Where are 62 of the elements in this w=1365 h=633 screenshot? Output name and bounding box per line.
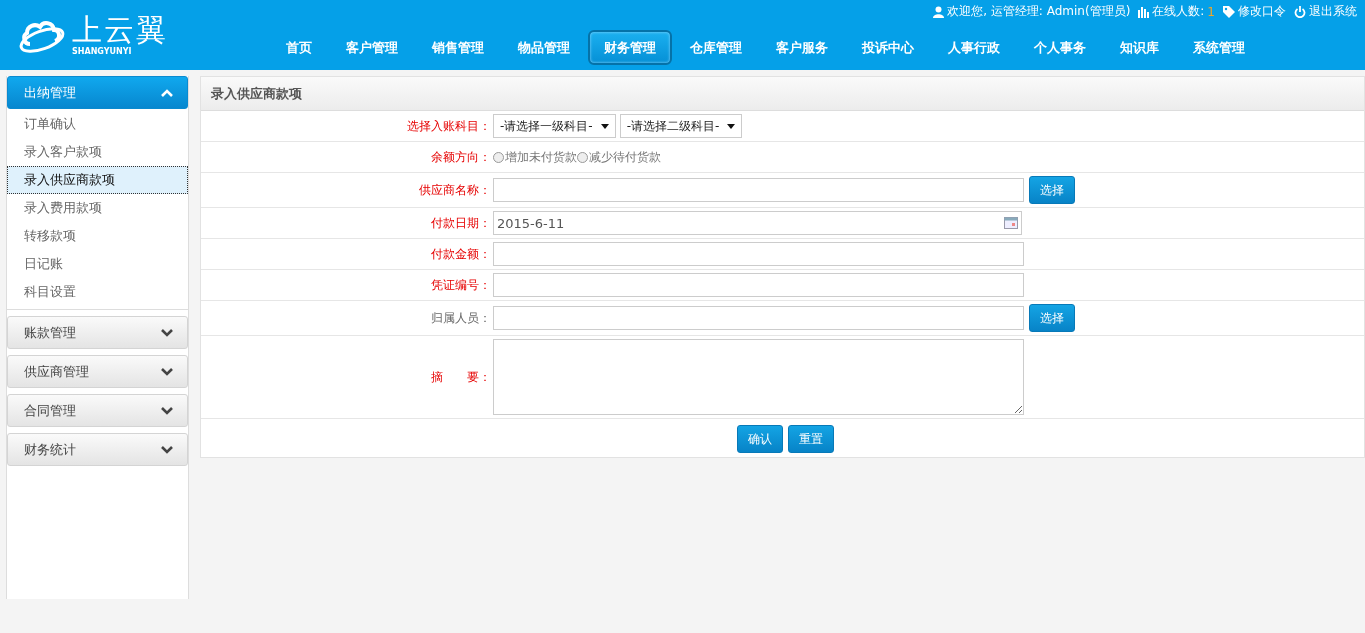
input-field[interactable] <box>493 273 1024 297</box>
sidebar-group-header[interactable]: 出纳管理 <box>7 76 188 109</box>
nav-tab[interactable]: 销售管理 <box>416 30 500 65</box>
nav-tab[interactable]: 物品管理 <box>502 30 586 65</box>
online-count: 1 <box>1207 4 1215 19</box>
select-button[interactable]: 选择 <box>1029 176 1075 204</box>
change-password-link[interactable]: 修改口令 <box>1238 3 1286 20</box>
sidebar-group-header[interactable]: 财务统计 <box>7 433 188 466</box>
field-label: 选择入账科目： <box>406 117 492 135</box>
nav-tab[interactable]: 系统管理 <box>1177 30 1261 65</box>
field-label: 摘 要： <box>430 368 492 386</box>
sidebar-item[interactable]: 录入供应商款项 <box>7 166 188 194</box>
sidebar-group-header[interactable]: 合同管理 <box>7 394 188 427</box>
nav-tab[interactable]: 财务管理 <box>588 30 672 65</box>
nav-tab[interactable]: 仓库管理 <box>674 30 758 65</box>
tag-icon <box>1223 5 1235 18</box>
confirm-button[interactable]: 确认 <box>736 425 783 453</box>
nav-tab[interactable]: 客户服务 <box>760 30 844 65</box>
summary-textarea[interactable] <box>493 339 1024 415</box>
chevron-down-icon <box>161 367 173 376</box>
bar-chart-icon <box>1138 5 1150 18</box>
logout-link[interactable]: 退出系统 <box>1309 3 1357 20</box>
caret-icon <box>727 123 736 129</box>
form-title: 录入供应商款项 <box>201 77 1364 111</box>
field-label: 凭证编号： <box>430 276 492 294</box>
field-label: 余额方向： <box>430 148 492 166</box>
field-label: 付款日期： <box>430 214 492 232</box>
nav-tab[interactable]: 知识库 <box>1104 30 1175 65</box>
nav-tab[interactable]: 客户管理 <box>330 30 414 65</box>
input-field[interactable] <box>493 178 1024 202</box>
input-field[interactable] <box>493 242 1024 266</box>
nav-tab[interactable]: 投诉中心 <box>846 30 930 65</box>
chevron-up-icon <box>161 88 173 97</box>
field-label: 付款金额： <box>430 245 492 263</box>
caret-icon <box>600 123 609 129</box>
nav-tab[interactable]: 人事行政 <box>932 30 1016 65</box>
radio-label: 增加未付货款 <box>505 148 577 166</box>
chevron-down-icon <box>161 328 173 337</box>
select-field[interactable]: -请选择一级科目- <box>493 114 616 138</box>
select-button[interactable]: 选择 <box>1029 304 1075 332</box>
sidebar-group-header[interactable]: 账款管理 <box>7 316 188 349</box>
radio-label: 减少待付货款 <box>589 148 661 166</box>
radio-button[interactable] <box>493 151 504 163</box>
chevron-down-icon <box>161 406 173 415</box>
field-label: 归属人员： <box>430 309 492 327</box>
sidebar-group-header[interactable]: 供应商管理 <box>7 355 188 388</box>
user-icon <box>933 5 945 18</box>
input-field[interactable] <box>493 306 1024 330</box>
nav-tab[interactable]: 首页 <box>270 30 328 65</box>
reset-button[interactable]: 重置 <box>787 425 834 453</box>
select-field[interactable]: -请选择二级科目- <box>619 114 743 138</box>
welcome-text: 欢迎您, 运管经理: Admin(管理员) <box>947 3 1131 20</box>
logo-subtitle: SHANGYUNYI <box>72 46 133 56</box>
online-label: 在线人数: <box>1152 3 1205 20</box>
date-field[interactable]: 2015-6-11 <box>493 211 1022 235</box>
calendar-icon[interactable] <box>1004 217 1018 229</box>
field-label: 供应商名称： <box>418 181 492 199</box>
nav-tab[interactable]: 个人事务 <box>1018 30 1102 65</box>
radio-button[interactable] <box>577 151 588 163</box>
logo-text: 上云翼 <box>72 11 168 47</box>
chevron-down-icon <box>161 445 173 454</box>
power-icon <box>1294 5 1306 18</box>
